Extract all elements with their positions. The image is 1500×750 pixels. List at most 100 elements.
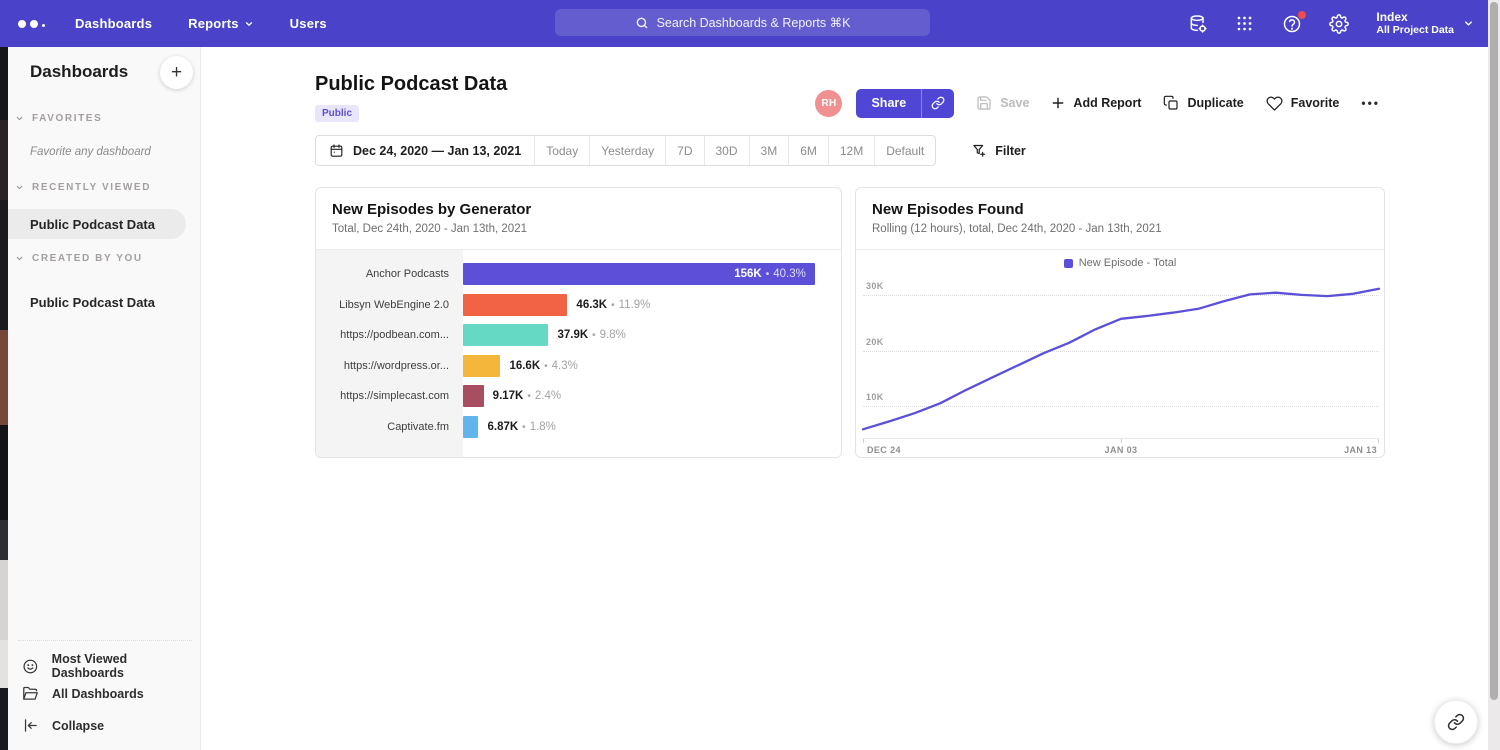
filter-button[interactable]: Filter xyxy=(972,143,1026,158)
collapse-sidebar-item[interactable]: Collapse xyxy=(22,717,104,734)
save-label: Save xyxy=(1000,96,1029,110)
workspace-name: Index xyxy=(1376,10,1454,24)
preset-yesterday[interactable]: Yesterday xyxy=(589,136,665,165)
line-chart-body: New Episode - Total 30K 20K 10K DEC 24 J… xyxy=(856,250,1384,457)
collapse-icon xyxy=(22,717,39,734)
plus-icon xyxy=(1051,96,1065,110)
sidebar-item-public-podcast-data[interactable]: Public Podcast Data xyxy=(8,209,186,239)
workspace-subtitle: All Project Data xyxy=(1376,24,1454,37)
favorites-empty-note: Favorite any dashboard xyxy=(30,146,151,158)
preset-12m[interactable]: 12M xyxy=(828,136,874,165)
calendar-icon xyxy=(329,143,344,158)
sidebar-title: Dashboards xyxy=(30,62,128,82)
bar-chart-header: New Episodes by Generator Total, Dec 24t… xyxy=(316,188,841,250)
background-window-strip xyxy=(0,47,8,750)
legend-label: New Episode - Total xyxy=(1079,257,1177,269)
most-viewed-dashboards-item[interactable]: Most Viewed Dashboards xyxy=(22,652,200,680)
all-dashboards-item[interactable]: All Dashboards xyxy=(22,685,144,702)
scrollbar-thumb[interactable] xyxy=(1490,2,1498,700)
app-logo-icon[interactable] xyxy=(18,20,45,28)
floating-link-button[interactable] xyxy=(1434,700,1478,744)
line-chart-title: New Episodes Found xyxy=(872,201,1368,218)
header-actions: RH Share Save Add Report Duplicate Favor… xyxy=(815,88,1380,118)
bar-simplecast xyxy=(463,385,484,407)
notification-badge xyxy=(1298,11,1306,19)
sidebar-item-public-podcast-data-created[interactable]: Public Podcast Data xyxy=(8,287,186,317)
heart-icon xyxy=(1266,95,1283,112)
nav-dashboards[interactable]: Dashboards xyxy=(75,16,152,31)
share-split-button: Share xyxy=(856,89,954,118)
preset-30d[interactable]: 30D xyxy=(704,136,749,165)
preset-6m[interactable]: 6M xyxy=(788,136,828,165)
bar-category-label: https://simplecast.com xyxy=(316,390,463,402)
bar-value-label: 16.6K•4.3% xyxy=(509,360,577,372)
line-chart-subtitle: Rolling (12 hours), total, Dec 24th, 202… xyxy=(872,223,1368,235)
avatar[interactable]: RH xyxy=(815,90,842,117)
duplicate-icon xyxy=(1163,95,1179,111)
section-recently-viewed-label: RECENTLY VIEWED xyxy=(32,182,151,193)
sidebar-item-label: Public Podcast Data xyxy=(30,295,155,310)
save-button[interactable]: Save xyxy=(976,95,1029,111)
xtick-jan03: JAN 03 xyxy=(1105,445,1138,455)
workspace-switcher[interactable]: Index All Project Data xyxy=(1376,10,1474,37)
section-recently-viewed[interactable]: RECENTLY VIEWED xyxy=(15,182,151,193)
chart-legend: New Episode - Total xyxy=(856,257,1384,269)
nav-users[interactable]: Users xyxy=(290,16,327,31)
bar-category-label: Anchor Podcasts xyxy=(316,268,463,280)
chevron-down-icon xyxy=(15,183,24,192)
nav-users-label: Users xyxy=(290,16,327,31)
bar-chart-plot: Anchor Podcasts 156K•40.3% Libsyn WebEng… xyxy=(316,250,841,457)
most-viewed-dashboards-label: Most Viewed Dashboards xyxy=(52,652,200,680)
sidebar: Dashboards + FAVORITES Favorite any dash… xyxy=(8,47,201,750)
section-created-by-you-label: CREATED BY YOU xyxy=(32,253,143,264)
bar-chart-title: New Episodes by Generator xyxy=(332,201,825,218)
preset-3m[interactable]: 3M xyxy=(749,136,789,165)
search-placeholder: Search Dashboards & Reports ⌘K xyxy=(657,15,851,30)
favorite-button[interactable]: Favorite xyxy=(1266,95,1340,112)
apps-grid-icon[interactable] xyxy=(1235,14,1255,34)
date-range-picker[interactable]: Dec 24, 2020 — Jan 13, 2021 xyxy=(316,136,534,165)
collapse-label: Collapse xyxy=(52,719,104,733)
search-icon xyxy=(635,16,649,30)
filter-funnel-icon xyxy=(972,143,987,158)
preset-default[interactable]: Default xyxy=(874,136,935,165)
more-options-button[interactable]: ••• xyxy=(1361,96,1380,110)
data-sources-icon[interactable] xyxy=(1188,14,1208,34)
section-favorites-label: FAVORITES xyxy=(32,113,102,124)
bar-row-captivate: Captivate.fm 6.87K•1.8% xyxy=(316,416,828,438)
share-link-button[interactable] xyxy=(921,89,954,118)
section-favorites[interactable]: FAVORITES xyxy=(15,113,102,124)
bar-value-label: 9.17K•2.4% xyxy=(493,390,561,402)
bar-category-label: Libsyn WebEngine 2.0 xyxy=(316,299,463,311)
date-range-group: Dec 24, 2020 — Jan 13, 2021 Today Yester… xyxy=(315,135,936,166)
sidebar-item-label: Public Podcast Data xyxy=(30,217,155,232)
folder-icon xyxy=(22,685,39,702)
settings-gear-icon[interactable] xyxy=(1329,14,1349,34)
xtick-mark xyxy=(1378,439,1379,443)
preset-today[interactable]: Today xyxy=(534,136,589,165)
bar-row-wordpress: https://wordpress.or... 16.6K•4.3% xyxy=(316,355,828,377)
new-dashboard-button[interactable]: + xyxy=(160,56,193,89)
nav-reports[interactable]: Reports xyxy=(188,16,254,31)
line-series xyxy=(863,271,1379,438)
nav-dashboards-label: Dashboards xyxy=(75,16,152,31)
bar-libsyn xyxy=(463,294,567,316)
share-button[interactable]: Share xyxy=(856,89,921,118)
search-input[interactable]: Search Dashboards & Reports ⌘K xyxy=(555,9,930,36)
bar-value-label: 46.3K•11.9% xyxy=(576,299,650,311)
xtick-mark xyxy=(863,439,864,443)
all-dashboards-label: All Dashboards xyxy=(52,687,144,701)
help-icon[interactable] xyxy=(1282,14,1302,34)
duplicate-button[interactable]: Duplicate xyxy=(1163,95,1243,111)
chevron-down-icon xyxy=(15,114,24,123)
bar-row-libsyn: Libsyn WebEngine 2.0 46.3K•11.9% xyxy=(316,294,828,316)
chevron-down-icon xyxy=(1463,18,1474,29)
share-label: Share xyxy=(871,96,906,110)
nav-links: Dashboards Reports Users xyxy=(75,16,327,31)
bar-category-label: https://podbean.com... xyxy=(316,329,463,341)
main-content: Public Podcast Data Public RH Share Save… xyxy=(201,47,1488,750)
line-chart-header: New Episodes Found Rolling (12 hours), t… xyxy=(856,188,1384,250)
section-created-by-you[interactable]: CREATED BY YOU xyxy=(15,253,143,264)
preset-7d[interactable]: 7D xyxy=(665,136,703,165)
add-report-button[interactable]: Add Report xyxy=(1051,96,1141,110)
